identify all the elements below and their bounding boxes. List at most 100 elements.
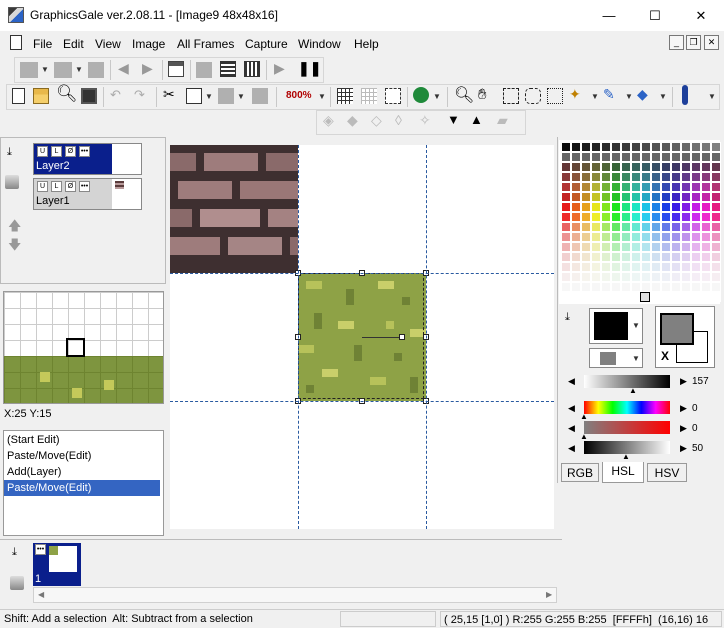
palette-swatch[interactable]: [701, 182, 711, 192]
palette-swatch[interactable]: [641, 192, 651, 202]
palette-swatch[interactable]: [671, 162, 681, 172]
slider-increment-icon[interactable]: ▶: [680, 376, 687, 387]
primary-color-select[interactable]: ▼: [589, 308, 643, 344]
slider-decrement-icon[interactable]: ◀: [568, 403, 575, 414]
level-value[interactable]: 157: [692, 376, 709, 387]
palette-swatch[interactable]: [571, 162, 581, 172]
palette-swatch[interactable]: [601, 202, 611, 212]
palette-swatch[interactable]: [671, 292, 681, 302]
slider-decrement-icon[interactable]: ◀: [568, 443, 575, 454]
palette-swatch[interactable]: [581, 232, 591, 242]
palette-swatch[interactable]: [671, 222, 681, 232]
palette-swatch[interactable]: [601, 152, 611, 162]
saturation-slider[interactable]: [584, 421, 670, 434]
frame-delete-icon[interactable]: [88, 62, 104, 78]
palette-swatch[interactable]: [661, 292, 671, 302]
palette-swatch[interactable]: [591, 282, 601, 292]
palette-swatch[interactable]: [581, 222, 591, 232]
flip-icon[interactable]: ◆: [347, 112, 358, 129]
palette-swatch[interactable]: [701, 202, 711, 212]
palette-swatch[interactable]: [631, 202, 641, 212]
menu-capture[interactable]: Capture: [245, 37, 288, 51]
palette-swatch[interactable]: [611, 212, 621, 222]
palette-swatch[interactable]: [691, 252, 701, 262]
layer-item[interactable]: U L Ø ••• Layer2: [33, 143, 142, 175]
palette-swatch[interactable]: [621, 242, 631, 252]
palette-swatch[interactable]: [711, 162, 721, 172]
hue-value[interactable]: 0: [692, 403, 698, 414]
palette-swatch[interactable]: [621, 142, 631, 152]
palette-swatch[interactable]: [591, 222, 601, 232]
new-file-icon[interactable]: [12, 88, 25, 104]
palette-swatch[interactable]: [701, 172, 711, 182]
maximize-button[interactable]: ☐: [632, 0, 678, 31]
palette-swatch[interactable]: [581, 142, 591, 152]
palette-swatch[interactable]: [591, 162, 601, 172]
palette-swatch[interactable]: [621, 172, 631, 182]
open-folder-icon[interactable]: [33, 88, 49, 104]
palette-swatch[interactable]: [581, 252, 591, 262]
transform-icon[interactable]: ◊: [395, 112, 402, 128]
palette-swatch[interactable]: [671, 152, 681, 162]
palette-swatch[interactable]: [561, 272, 571, 282]
preview-viewport[interactable]: [66, 338, 85, 357]
palette-swatch[interactable]: [621, 152, 631, 162]
palette-swatch[interactable]: [711, 152, 721, 162]
chevron-down-icon[interactable]: ▼: [237, 92, 245, 101]
chevron-down-icon[interactable]: ▼: [659, 92, 667, 101]
palette-swatch[interactable]: [671, 232, 681, 242]
palette-swatch[interactable]: [631, 252, 641, 262]
lock-icon[interactable]: U: [37, 181, 48, 192]
palette-swatch[interactable]: [621, 182, 631, 192]
palette-swatch[interactable]: [601, 172, 611, 182]
layer-download-icon[interactable]: ⤓: [7, 146, 12, 159]
lock-icon[interactable]: U: [37, 146, 48, 157]
chevron-down-icon[interactable]: ▼: [41, 65, 49, 74]
layer-menu-icon[interactable]: •••: [79, 181, 90, 192]
pen-icon[interactable]: [682, 85, 688, 105]
alpha-icon[interactable]: Ø: [65, 181, 76, 192]
palette-swatch[interactable]: [591, 202, 601, 212]
palette-swatch[interactable]: [671, 242, 681, 252]
palette-swatch[interactable]: [571, 152, 581, 162]
palette-swatch[interactable]: [571, 142, 581, 152]
palette-swatch[interactable]: [711, 252, 721, 262]
palette-swatch[interactable]: [591, 242, 601, 252]
globe-icon[interactable]: [413, 87, 429, 103]
palette-swatch[interactable]: [701, 192, 711, 202]
menu-edit[interactable]: Edit: [63, 37, 84, 51]
mirror-icon[interactable]: ◇: [371, 112, 382, 129]
palette-swatch[interactable]: [601, 292, 611, 302]
palette-swatch[interactable]: [711, 182, 721, 192]
previous-frame-icon[interactable]: ◀: [118, 60, 129, 77]
palette-swatch[interactable]: [691, 232, 701, 242]
frame-menu-icon[interactable]: •••: [35, 544, 46, 555]
palette-swatch[interactable]: [701, 252, 711, 262]
palette-swatch[interactable]: [571, 222, 581, 232]
palette-swatch[interactable]: [561, 222, 571, 232]
visible-icon[interactable]: L: [51, 181, 62, 192]
palette-swatch[interactable]: [661, 172, 671, 182]
palette-swatch[interactable]: [561, 182, 571, 192]
palette-swatch[interactable]: [601, 212, 611, 222]
palette-swatch[interactable]: [571, 172, 581, 182]
palette-swatch[interactable]: [651, 272, 661, 282]
palette-swatch[interactable]: [611, 242, 621, 252]
palette-swatch[interactable]: [711, 262, 721, 272]
eyedropper-icon[interactable]: ✎: [603, 86, 615, 103]
palette-swatch[interactable]: [671, 142, 681, 152]
palette-swatch[interactable]: [621, 272, 631, 282]
mdi-close-icon[interactable]: ✕: [704, 35, 719, 50]
palette-swatch[interactable]: [661, 282, 671, 292]
palette-swatch[interactable]: [661, 142, 671, 152]
history-item[interactable]: Add(Layer): [4, 464, 160, 480]
palette-swatch[interactable]: [661, 162, 671, 172]
palette-swatch[interactable]: [681, 152, 691, 162]
slider-thumb-icon[interactable]: ▲: [580, 432, 588, 441]
palette-swatch[interactable]: [561, 202, 571, 212]
palette-swatch[interactable]: [641, 212, 651, 222]
palette-swatch[interactable]: [651, 232, 661, 242]
selection-grid-icon[interactable]: [385, 88, 401, 104]
palette-swatch[interactable]: [661, 202, 671, 212]
palette-swatch[interactable]: [701, 142, 711, 152]
